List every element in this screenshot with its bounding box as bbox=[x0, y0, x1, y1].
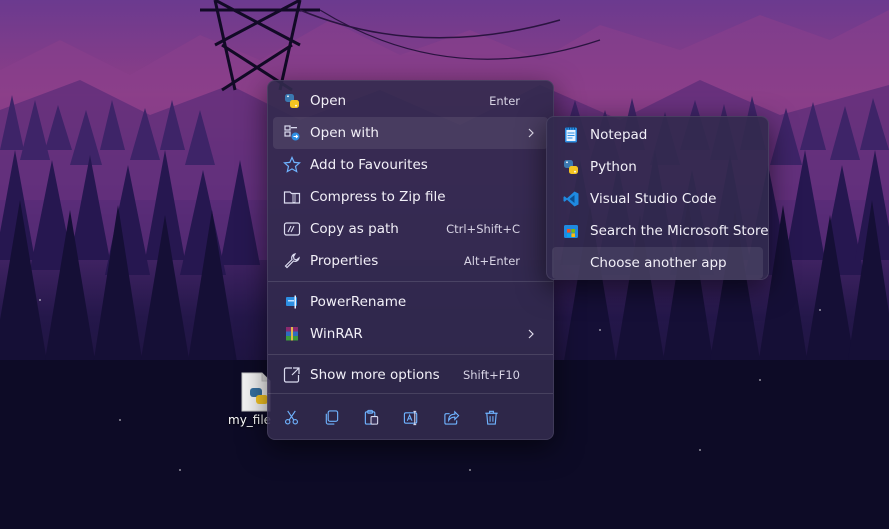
menu-item-label: Properties bbox=[310, 253, 379, 269]
submenu-item-label: Notepad bbox=[590, 127, 648, 143]
menu-item-compress-zip[interactable]: Compress to Zip file bbox=[273, 181, 548, 213]
menu-item-label: Show more options bbox=[310, 367, 440, 383]
copy-path-icon bbox=[283, 222, 301, 236]
show-more-icon bbox=[283, 367, 300, 383]
paste-button[interactable] bbox=[357, 405, 385, 429]
menu-item-label: Compress to Zip file bbox=[310, 189, 446, 205]
delete-button[interactable] bbox=[477, 405, 505, 429]
menu-item-add-to-favourites[interactable]: Add to Favourites bbox=[273, 149, 548, 181]
python-icon bbox=[285, 94, 299, 108]
submenu-item-vscode[interactable]: Visual Studio Code bbox=[552, 183, 763, 215]
menu-separator bbox=[268, 354, 553, 355]
menu-item-shortcut: Enter bbox=[489, 94, 520, 108]
rename-button[interactable] bbox=[397, 405, 425, 429]
menu-item-shortcut: Shift+F10 bbox=[462, 368, 520, 382]
share-icon bbox=[443, 409, 459, 425]
menu-separator bbox=[268, 281, 553, 282]
menu-toolbar bbox=[268, 401, 553, 433]
copy-button[interactable] bbox=[317, 405, 345, 429]
submenu-item-notepad[interactable]: Notepad bbox=[552, 119, 763, 151]
python-icon bbox=[564, 160, 578, 174]
menu-item-open-with[interactable]: Open with bbox=[273, 117, 548, 149]
powerrename-icon bbox=[286, 295, 297, 309]
menu-item-label: WinRAR bbox=[310, 326, 363, 342]
submenu-item-choose-another-app[interactable]: Choose another app bbox=[552, 247, 763, 279]
share-button[interactable] bbox=[437, 405, 465, 429]
chevron-right-icon bbox=[528, 329, 534, 339]
menu-item-properties[interactable]: Properties Alt+Enter bbox=[273, 245, 548, 277]
zip-folder-icon bbox=[283, 191, 301, 204]
cut-button[interactable] bbox=[277, 405, 305, 429]
copy-icon bbox=[325, 409, 338, 425]
submenu-item-python[interactable]: Python bbox=[552, 151, 763, 183]
desktop-file-label[interactable]: my_file bbox=[228, 413, 271, 427]
notepad-icon bbox=[565, 127, 577, 143]
menu-item-label: Open with bbox=[310, 125, 379, 141]
menu-item-shortcut: Alt+Enter bbox=[463, 254, 520, 268]
menu-item-label: Add to Favourites bbox=[310, 157, 428, 173]
menu-item-winrar[interactable]: WinRAR bbox=[273, 318, 548, 350]
rename-icon bbox=[403, 410, 417, 425]
menu-separator bbox=[268, 393, 553, 394]
submenu-item-microsoft-store[interactable]: Search the Microsoft Store bbox=[552, 215, 769, 247]
menu-item-label: Open bbox=[310, 93, 347, 109]
star-icon bbox=[283, 156, 301, 173]
cut-icon bbox=[284, 410, 298, 424]
store-icon bbox=[564, 225, 578, 238]
paste-icon bbox=[364, 409, 378, 425]
open-with-icon bbox=[284, 125, 300, 141]
menu-item-show-more-options[interactable]: Show more options Shift+F10 bbox=[273, 359, 548, 391]
menu-item-open[interactable]: Open Enter bbox=[273, 85, 548, 117]
menu-item-copy-as-path[interactable]: Copy as path Ctrl+Shift+C bbox=[273, 213, 548, 245]
menu-item-label: Copy as path bbox=[310, 221, 399, 237]
submenu-item-label: Python bbox=[590, 159, 637, 175]
wrench-icon bbox=[284, 253, 300, 269]
delete-icon bbox=[484, 410, 498, 425]
submenu-item-label: Visual Studio Code bbox=[590, 191, 717, 207]
vscode-icon bbox=[563, 191, 579, 207]
submenu-item-label: Choose another app bbox=[590, 255, 727, 271]
open-with-submenu: Notepad Python Visual Studio Code Search… bbox=[546, 116, 769, 280]
submenu-item-label: Search the Microsoft Store bbox=[590, 223, 769, 239]
winrar-icon bbox=[286, 327, 298, 341]
context-menu: Open Enter Open with Add to Favourites C… bbox=[267, 80, 554, 440]
menu-item-shortcut: Ctrl+Shift+C bbox=[446, 222, 520, 236]
menu-item-label: PowerRename bbox=[310, 294, 407, 310]
menu-item-powerrename[interactable]: PowerRename bbox=[273, 286, 548, 318]
chevron-right-icon bbox=[528, 128, 534, 138]
